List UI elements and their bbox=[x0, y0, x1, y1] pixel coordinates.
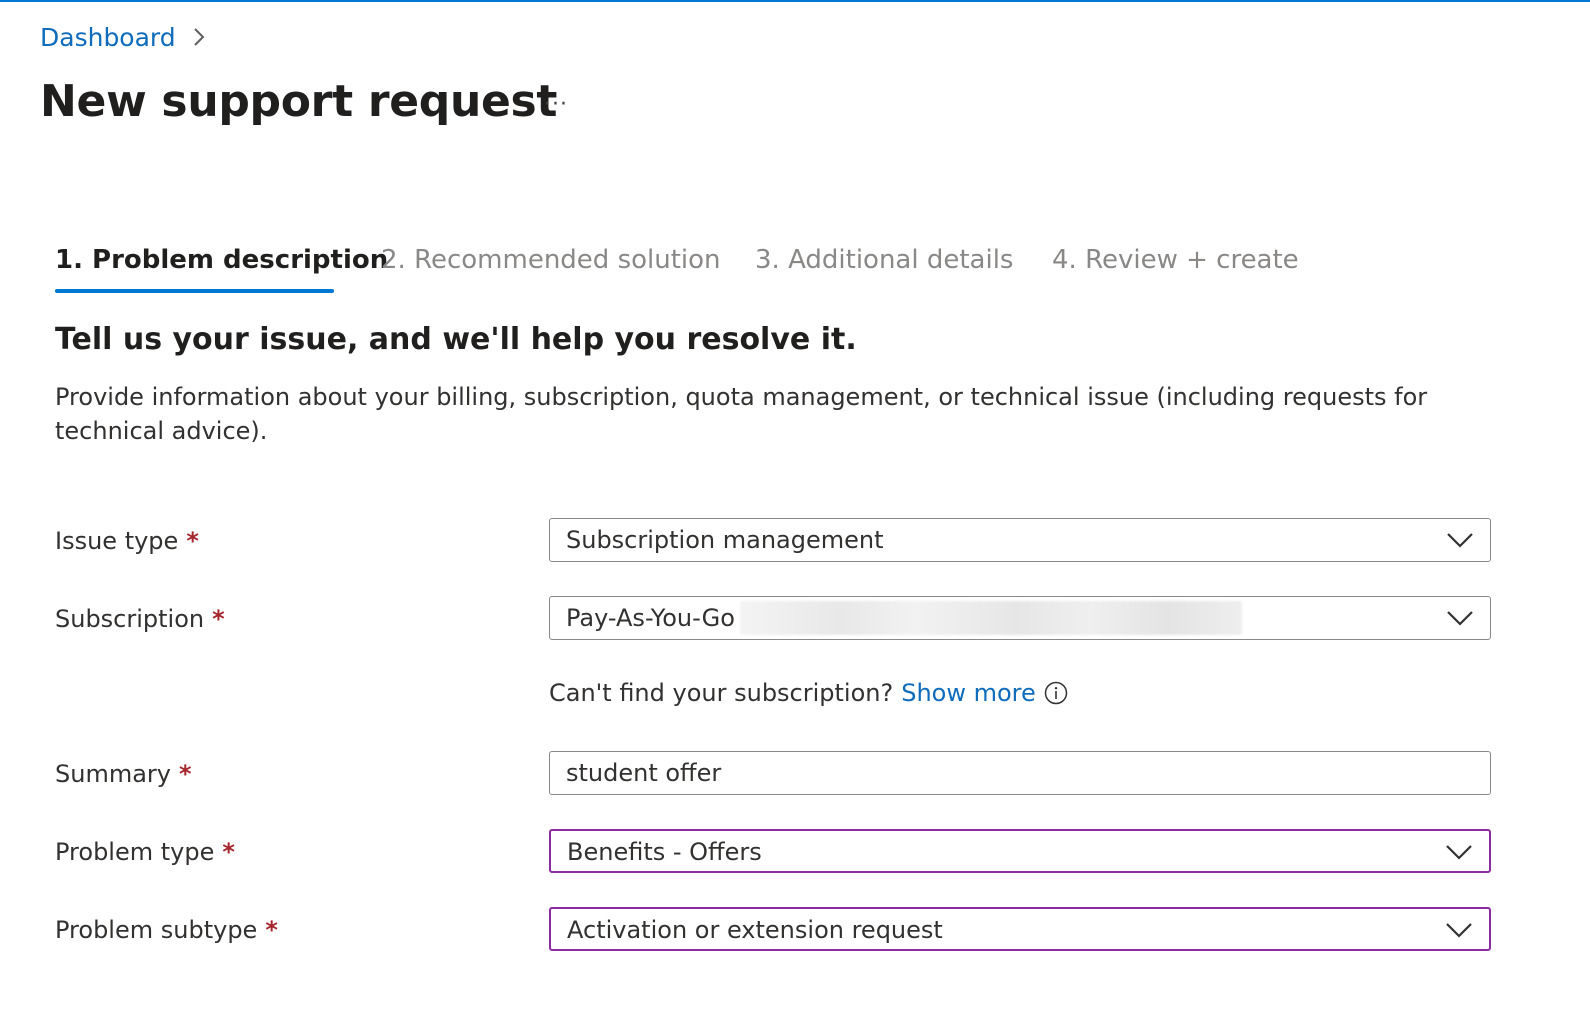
summary-label-text: Summary bbox=[55, 760, 171, 788]
summary-label: Summary * bbox=[55, 757, 192, 791]
info-icon[interactable] bbox=[1044, 681, 1068, 705]
breadcrumb: Dashboard bbox=[40, 20, 206, 54]
top-accent-line bbox=[0, 0, 1590, 2]
required-marker: * bbox=[212, 605, 225, 633]
section-heading: Tell us your issue, and we'll help you r… bbox=[55, 322, 857, 357]
chevron-down-icon bbox=[1446, 845, 1472, 860]
problem-subtype-label-text: Problem subtype bbox=[55, 916, 258, 944]
required-marker: * bbox=[265, 916, 278, 944]
show-more-link[interactable]: Show more bbox=[901, 676, 1036, 710]
problem-subtype-dropdown[interactable]: Activation or extension request bbox=[549, 907, 1491, 951]
subscription-value: Pay-As-You-Go bbox=[566, 604, 735, 632]
chevron-right-icon bbox=[192, 26, 206, 48]
chevron-down-icon bbox=[1446, 923, 1472, 938]
problem-type-label: Problem type * bbox=[55, 835, 235, 869]
summary-input[interactable] bbox=[549, 751, 1491, 795]
problem-subtype-label: Problem subtype * bbox=[55, 913, 278, 947]
breadcrumb-dashboard-link[interactable]: Dashboard bbox=[40, 23, 176, 52]
page-title: New support request bbox=[40, 76, 558, 127]
subscription-help: Can't find your subscription? Show more bbox=[549, 676, 1068, 710]
active-tab-indicator bbox=[55, 289, 334, 293]
chevron-down-icon bbox=[1447, 611, 1473, 626]
more-options-button[interactable]: ··· bbox=[536, 86, 576, 122]
subscription-label: Subscription * bbox=[55, 602, 225, 636]
tab-review-create[interactable]: 4. Review + create bbox=[1052, 236, 1299, 284]
redacted-subscription-id bbox=[740, 601, 1242, 635]
tab-additional-details[interactable]: 3. Additional details bbox=[755, 236, 1013, 284]
tab-problem-description[interactable]: 1. Problem description bbox=[55, 236, 388, 284]
required-marker: * bbox=[178, 760, 192, 788]
issue-type-value: Subscription management bbox=[566, 526, 884, 554]
section-description: Provide information about your billing, … bbox=[55, 383, 1428, 445]
problem-subtype-value: Activation or extension request bbox=[567, 916, 943, 944]
subscription-dropdown[interactable]: Pay-As-You-Go bbox=[549, 596, 1491, 640]
required-marker: * bbox=[186, 527, 199, 555]
problem-type-dropdown[interactable]: Benefits - Offers bbox=[549, 829, 1491, 873]
required-marker: * bbox=[222, 838, 235, 866]
chevron-down-icon bbox=[1447, 533, 1473, 548]
issue-type-dropdown[interactable]: Subscription management bbox=[549, 518, 1491, 562]
subscription-label-text: Subscription bbox=[55, 605, 205, 633]
problem-type-label-text: Problem type bbox=[55, 838, 215, 866]
problem-type-value: Benefits - Offers bbox=[567, 838, 762, 866]
subscription-help-text: Can't find your subscription? bbox=[549, 679, 894, 707]
issue-type-label: Issue type * bbox=[55, 524, 199, 558]
issue-type-label-text: Issue type bbox=[55, 527, 179, 555]
tab-recommended-solution[interactable]: 2. Recommended solution bbox=[381, 236, 721, 284]
